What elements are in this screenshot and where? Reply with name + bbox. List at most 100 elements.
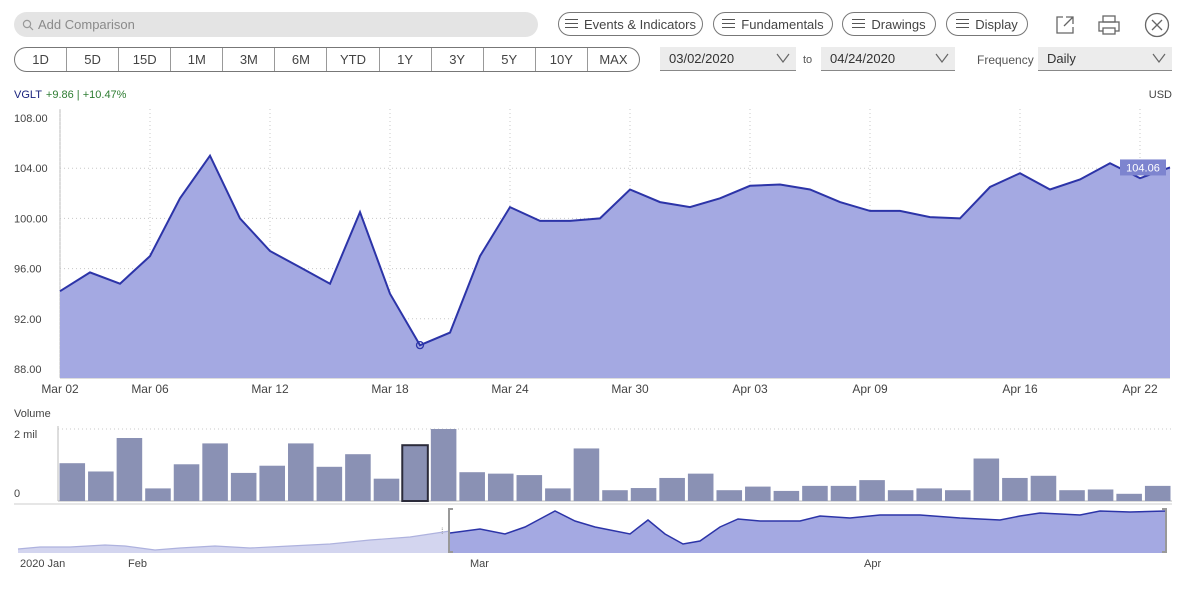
price-point [928, 215, 932, 219]
volume-bar [288, 443, 314, 501]
last-value-label: 104.06 [1126, 162, 1160, 174]
range-button-3m[interactable]: 3M [223, 48, 276, 71]
price-point [238, 216, 242, 220]
chevron-down-icon [1152, 53, 1166, 63]
volume-bar [459, 472, 485, 501]
volume-bar [773, 490, 800, 501]
chevron-down-icon [776, 53, 790, 63]
volume-bar [916, 488, 942, 501]
volume-bar [230, 472, 257, 501]
low-point-marker [415, 341, 425, 350]
price-point [328, 282, 332, 286]
price-point [1018, 171, 1022, 175]
price-point [508, 205, 512, 209]
navigator-chart[interactable]: ⁞ 2020 Jan Feb Mar Apr [0, 0, 1186, 592]
price-point [718, 196, 722, 200]
volume-bar [573, 448, 600, 501]
price-point [448, 331, 452, 335]
close-icon[interactable] [1144, 12, 1170, 38]
fundamentals-label: Fundamentals [741, 16, 824, 32]
volume-tick-label: 0 [14, 488, 20, 500]
navigator-tick-label: 2020 Jan [20, 558, 65, 570]
end-date-field[interactable]: 04/24/2020 [821, 47, 955, 71]
start-date-field[interactable]: 03/02/2020 [660, 47, 796, 71]
navigator-tick-label: Apr [864, 558, 881, 570]
drawings-button[interactable]: Drawings [842, 12, 936, 36]
ticker-change: +9.86 | +10.47% [45, 89, 127, 101]
x-tick-label: Mar 02 [41, 382, 79, 396]
price-point [418, 343, 422, 347]
volume-bar [430, 429, 457, 501]
volume-bar [401, 444, 429, 503]
volume-bar [1002, 477, 1028, 501]
range-button-1d[interactable]: 1D [15, 48, 68, 71]
price-point [568, 219, 572, 223]
price-area [60, 155, 1170, 378]
volume-bar [59, 463, 86, 501]
y-tick-label: 108.00 [14, 113, 48, 125]
volume-bar [173, 464, 200, 501]
price-point [208, 154, 212, 158]
x-tick-label: Apr 03 [732, 382, 768, 396]
range-button-1m[interactable]: 1M [171, 48, 224, 71]
price-point [898, 209, 902, 213]
add-comparison-search[interactable]: Add Comparison [14, 12, 538, 37]
fundamentals-button[interactable]: Fundamentals [713, 12, 833, 36]
range-button-15d[interactable]: 15D [119, 48, 172, 71]
navigator-right-handle [1162, 508, 1167, 553]
price-point [598, 216, 602, 220]
price-point [1108, 161, 1112, 165]
range-button-6m[interactable]: 6M [275, 48, 328, 71]
volume-bar [316, 466, 343, 501]
range-button-5y[interactable]: 5Y [484, 48, 536, 71]
list-icon [565, 19, 578, 29]
y-tick-label: 92.00 [14, 314, 42, 326]
navigator-tick-label: Mar [470, 558, 489, 570]
volume-label: Volume [14, 408, 51, 420]
range-button-1y[interactable]: 1Y [380, 48, 432, 71]
volume-bar [602, 490, 628, 501]
popout-icon[interactable] [1052, 12, 1078, 38]
volume-tick-label: 2 mil [14, 429, 37, 441]
navigator-selected-line [449, 510, 1167, 545]
range-button-10y[interactable]: 10Y [536, 48, 588, 71]
start-date-value: 03/02/2020 [669, 51, 735, 66]
range-button-ytd[interactable]: YTD [327, 48, 380, 71]
volume-bar [545, 488, 571, 501]
frequency-select[interactable]: Daily [1038, 47, 1172, 71]
navigator-tick-label: Feb [128, 558, 147, 570]
volume-bar [345, 454, 371, 501]
volume-bar [116, 438, 143, 501]
volume-bar [830, 485, 857, 501]
search-icon [22, 19, 34, 30]
range-button-max[interactable]: MAX [588, 48, 639, 71]
currency-label: USD [1148, 89, 1172, 101]
price-point [118, 282, 122, 286]
price-point [88, 270, 92, 274]
price-point [58, 289, 62, 293]
last-value-badge [1120, 159, 1166, 176]
price-point [958, 216, 962, 220]
toolbar: Add Comparison Events & Indicators Funda… [0, 0, 1186, 80]
chevron-down-icon [935, 53, 949, 63]
drawings-label: Drawings [871, 16, 926, 32]
range-button-3y[interactable]: 3Y [432, 48, 484, 71]
price-point [658, 200, 662, 204]
print-icon[interactable] [1096, 12, 1122, 38]
frequency-label: Frequency [977, 53, 1034, 67]
range-button-5d[interactable]: 5D [67, 48, 120, 71]
display-button[interactable]: Display [946, 12, 1028, 36]
volume-bar [1116, 493, 1142, 501]
list-icon [956, 19, 970, 29]
volume-bar [1144, 485, 1171, 501]
price-point [1138, 176, 1142, 180]
navigator-history-area [18, 531, 450, 553]
navigator-selected-area [450, 511, 1166, 553]
volume-bar [973, 458, 1000, 501]
events-indicators-button[interactable]: Events & Indicators [558, 12, 703, 36]
search-placeholder: Add Comparison [38, 17, 135, 32]
price-point [688, 205, 692, 209]
price-point [358, 210, 362, 214]
navigator-left-handle [448, 508, 453, 553]
volume-bar [887, 490, 914, 501]
